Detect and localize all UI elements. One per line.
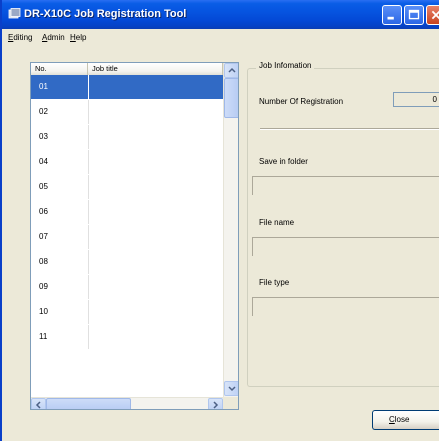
file-type-field — [252, 297, 439, 316]
row-job-title — [88, 175, 223, 199]
column-header-no[interactable]: No. — [31, 63, 88, 75]
job-list[interactable]: No. Job title 01 02 03 04 05 06 07 08 09… — [30, 62, 239, 410]
table-row[interactable]: 07 — [31, 225, 223, 249]
vertical-scroll-thumb[interactable] — [224, 78, 238, 118]
registration-count-value: 0 — [393, 92, 439, 107]
minimize-button[interactable] — [382, 5, 402, 25]
scroll-right-button[interactable] — [208, 398, 223, 409]
job-information-title: Job Infomation — [256, 61, 315, 70]
menu-help-label: elp — [75, 33, 87, 42]
horizontal-scroll-thumb[interactable] — [46, 398, 131, 409]
vertical-scrollbar[interactable] — [223, 63, 238, 397]
file-type-label: File type — [259, 278, 290, 287]
row-job-title — [88, 250, 223, 274]
column-header-job-title[interactable]: Job title — [88, 63, 223, 75]
chevron-right-icon — [213, 401, 219, 409]
menu-admin-label: dmin — [47, 33, 65, 42]
row-job-title — [88, 325, 223, 349]
file-name-label: File name — [259, 218, 295, 227]
scrollbar-corner — [223, 397, 238, 409]
job-information-group — [247, 68, 439, 387]
save-folder-field — [252, 176, 439, 195]
row-number: 05 — [39, 182, 48, 191]
scroll-left-button[interactable] — [31, 398, 46, 409]
chevron-up-icon — [228, 67, 236, 73]
row-number: 07 — [39, 232, 48, 241]
row-number: 11 — [39, 332, 48, 341]
menu-editing-label: diting — [13, 33, 33, 42]
separator — [260, 128, 439, 130]
row-job-title — [88, 200, 223, 224]
row-job-title — [88, 275, 223, 299]
row-job-title — [88, 150, 223, 174]
chevron-left-icon — [35, 401, 41, 409]
menu-bar: Editing Admin Help — [2, 29, 439, 46]
table-row[interactable]: 02 — [31, 100, 223, 124]
row-number: 09 — [39, 282, 48, 291]
save-folder-label: Save in folder — [259, 157, 308, 166]
horizontal-scrollbar[interactable] — [31, 397, 223, 409]
table-row[interactable]: 04 — [31, 150, 223, 174]
table-row[interactable]: 11 — [31, 325, 223, 349]
table-row[interactable]: 03 — [31, 125, 223, 149]
chevron-down-icon — [228, 386, 236, 392]
row-number: 06 — [39, 207, 48, 216]
minimize-icon — [387, 16, 394, 20]
row-number: 01 — [31, 75, 88, 99]
row-number: 10 — [39, 307, 48, 316]
title-bar[interactable]: DR-X10C Job Registration Tool — [2, 0, 439, 29]
app-window: DR-X10C Job Registration Tool Editing Ad… — [0, 0, 439, 441]
registration-count-label: Number Of Registration — [259, 97, 344, 106]
list-header: No. Job title — [31, 63, 223, 75]
app-icon — [8, 8, 21, 19]
scroll-up-button[interactable] — [224, 63, 238, 78]
table-row[interactable]: 01 — [31, 75, 223, 99]
row-job-title — [88, 125, 223, 149]
close-button-label: lose — [394, 415, 410, 424]
row-number: 03 — [39, 132, 48, 141]
window-title: DR-X10C Job Registration Tool — [24, 8, 187, 20]
menu-editing[interactable]: Editing — [8, 33, 32, 42]
table-row[interactable]: 09 — [31, 275, 223, 299]
close-window-button[interactable] — [426, 5, 439, 25]
table-row[interactable]: 05 — [31, 175, 223, 199]
maximize-button[interactable] — [404, 5, 424, 25]
file-name-field — [252, 237, 439, 256]
menu-admin[interactable]: Admin — [42, 33, 65, 42]
row-number: 04 — [39, 157, 48, 166]
row-job-title — [88, 75, 223, 99]
table-row[interactable]: 10 — [31, 300, 223, 324]
close-icon — [431, 10, 439, 20]
close-button[interactable]: Close — [372, 410, 439, 430]
row-job-title — [88, 300, 223, 324]
table-row[interactable]: 06 — [31, 200, 223, 224]
row-number: 02 — [39, 107, 48, 116]
table-row[interactable]: 08 — [31, 250, 223, 274]
scroll-down-button[interactable] — [224, 381, 238, 396]
maximize-icon — [408, 9, 420, 20]
row-job-title — [88, 100, 223, 124]
row-job-title — [88, 225, 223, 249]
menu-help[interactable]: Help — [70, 33, 86, 42]
row-number: 08 — [39, 257, 48, 266]
